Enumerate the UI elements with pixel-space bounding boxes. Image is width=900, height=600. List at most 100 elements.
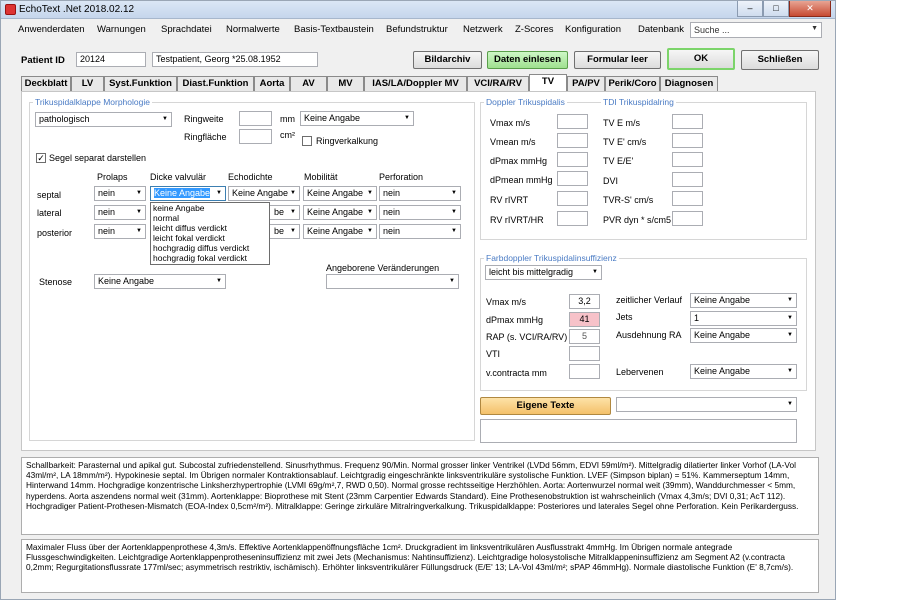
tdi-dvi-field[interactable] <box>672 172 703 187</box>
tab-diast-funktion[interactable]: Diast.Funktion <box>177 76 254 91</box>
menu-datenbank[interactable]: Datenbank <box>638 24 684 35</box>
doppler-rvirvt-field[interactable] <box>557 191 588 206</box>
tab-perik-coro[interactable]: Perik/Coro <box>605 76 660 91</box>
tdi-e-e-field[interactable] <box>672 152 703 167</box>
patient-id-label: Patient ID <box>21 55 65 66</box>
ok-button[interactable]: OK <box>667 48 735 70</box>
doppler-dpmean-field[interactable] <box>557 171 588 186</box>
col-perforation: Perforation <box>379 172 424 182</box>
doppler-vmean-label: Vmean m/s <box>490 137 536 147</box>
close-window-button[interactable]: ✕ <box>789 1 831 17</box>
menu-warnungen[interactable]: Warnungen <box>97 24 146 35</box>
patient-name-field[interactable]: Testpatient, Georg *25.08.1952 <box>152 52 318 67</box>
farb-vc-label: v.contracta mm <box>486 368 547 378</box>
farb-vmax-field[interactable]: 3,2 <box>569 294 600 309</box>
doppler-rvirvt-hr-label: RV rIVRT/HR <box>490 215 544 225</box>
tab-diagnosen[interactable]: Diagnosen <box>660 76 718 91</box>
angeboren-select[interactable] <box>326 274 459 289</box>
dropdown-option[interactable]: leicht diffus verdickt <box>151 223 269 233</box>
septal-perforation-select[interactable]: nein <box>379 186 461 201</box>
patient-id-field[interactable]: 20124 <box>76 52 146 67</box>
tab-syst-funktion[interactable]: Syst.Funktion <box>104 76 177 91</box>
menu-befundstruktur[interactable]: Befundstruktur <box>386 24 448 35</box>
eigene-texte-field[interactable] <box>480 419 797 443</box>
col-mobilitaet: Mobilität <box>304 172 338 182</box>
title-bar: EchoText .Net 2018.02.12 – □ ✕ <box>1 1 835 19</box>
farb-vti-field[interactable] <box>569 346 600 361</box>
tab-deckblatt[interactable]: Deckblatt <box>21 76 71 91</box>
doppler-vmax-field[interactable] <box>557 114 588 129</box>
eigene-texte-button[interactable]: Eigene Texte <box>480 397 611 415</box>
tab-lv[interactable]: LV <box>71 76 104 91</box>
septal-prolaps-select[interactable]: nein <box>94 186 146 201</box>
ringweite-field[interactable] <box>239 111 272 126</box>
formular-leer-button[interactable]: Formular leer <box>574 51 661 69</box>
farb-dpmax-field[interactable]: 41 <box>569 312 600 327</box>
ringweite-select[interactable]: Keine Angabe <box>300 111 414 126</box>
dropdown-option[interactable]: keine Angabe <box>151 203 269 213</box>
farb-rap-field[interactable]: 5 <box>569 329 600 344</box>
tdi-tvrs-field[interactable] <box>672 191 703 206</box>
menu-sprachdatei[interactable]: Sprachdatei <box>161 24 212 35</box>
posterior-mobilitaet-select[interactable]: Keine Angabe <box>303 224 377 239</box>
menu-normalwerte[interactable]: Normalwerte <box>226 24 280 35</box>
posterior-perforation-select[interactable]: nein <box>379 224 461 239</box>
lebervenen-select[interactable]: Keine Angabe <box>690 364 797 379</box>
tab-av[interactable]: AV <box>290 76 327 91</box>
farb-vc-field[interactable] <box>569 364 600 379</box>
septal-dicke-select[interactable]: Keine Angabe <box>150 186 226 201</box>
lebervenen-label: Lebervenen <box>616 367 664 377</box>
lateral-perforation-select[interactable]: nein <box>379 205 461 220</box>
menu-konfiguration[interactable]: Konfiguration <box>565 24 621 35</box>
schliessen-button[interactable]: Schließen <box>741 50 819 70</box>
tab-ias-la-doppler-mv[interactable]: IAS/LA/Doppler MV <box>364 76 467 91</box>
dropdown-option[interactable]: hochgradig diffus verdickt <box>151 243 269 253</box>
ringverkalkung-checkbox[interactable] <box>302 136 312 146</box>
tab-aorta[interactable]: Aorta <box>254 76 290 91</box>
dicke-dropdown-list: keine Angabe normal leicht diffus verdic… <box>150 202 270 265</box>
menu-netzwerk[interactable]: Netzwerk <box>463 24 503 35</box>
tdi-pvr-field[interactable] <box>672 211 703 226</box>
tab-tv[interactable]: TV <box>529 74 567 91</box>
morphologie-status-select[interactable]: pathologisch <box>35 112 172 127</box>
septal-mobilitaet-select[interactable]: Keine Angabe <box>303 186 377 201</box>
jets-select[interactable]: 1 <box>690 311 797 326</box>
minimize-button[interactable]: – <box>737 1 763 17</box>
report-text-doppler[interactable]: Maximaler Fluss über der Aortenklappenpr… <box>21 539 819 593</box>
doppler-vmean-field[interactable] <box>557 133 588 148</box>
ausdehnung-label: Ausdehnung RA <box>616 330 682 340</box>
tdi-tve-field[interactable] <box>672 114 703 129</box>
lateral-mobilitaet-select[interactable]: Keine Angabe <box>303 205 377 220</box>
dropdown-option[interactable]: leicht fokal verdickt <box>151 233 269 243</box>
menu-anwenderdaten[interactable]: Anwenderdaten <box>18 24 85 35</box>
tdi-tve-prime-field[interactable] <box>672 133 703 148</box>
daten-einlesen-button[interactable]: Daten einlesen <box>487 51 568 69</box>
ausdehnung-select[interactable]: Keine Angabe <box>690 328 797 343</box>
search-input[interactable]: Suche ... ▼ <box>690 22 822 38</box>
dropdown-option[interactable]: hochgradig fokal verdickt <box>151 253 269 263</box>
tab-mv[interactable]: MV <box>327 76 364 91</box>
ringweite-unit: mm <box>280 114 295 124</box>
ti-grade-select[interactable]: leicht bis mittelgradig <box>485 265 602 280</box>
chevron-down-icon[interactable]: ▼ <box>811 25 818 32</box>
window-title: EchoText .Net 2018.02.12 <box>19 4 135 15</box>
report-text-befund[interactable]: Schallbarkeit: Parasternal und apikal gu… <box>21 457 819 535</box>
stenose-select[interactable]: Keine Angabe <box>94 274 226 289</box>
verlauf-select[interactable]: Keine Angabe <box>690 293 797 308</box>
tab-pa-pv[interactable]: PA/PV <box>567 76 605 91</box>
doppler-dpmax-label: dPmax mmHg <box>490 156 548 166</box>
bildarchiv-button[interactable]: Bildarchiv <box>413 51 482 69</box>
menu-basis-textbaustein[interactable]: Basis-Textbaustein <box>294 24 374 35</box>
posterior-prolaps-select[interactable]: nein <box>94 224 146 239</box>
eigene-texte-select[interactable] <box>616 397 797 412</box>
septal-echodichte-select[interactable]: Keine Angabe <box>228 186 300 201</box>
ringflaeche-field[interactable] <box>239 129 272 144</box>
doppler-rvirvt-hr-field[interactable] <box>557 211 588 226</box>
dropdown-option[interactable]: normal <box>151 213 269 223</box>
lateral-prolaps-select[interactable]: nein <box>94 205 146 220</box>
tab-vci-ra-rv[interactable]: VCI/RA/RV <box>467 76 529 91</box>
maximize-button[interactable]: □ <box>763 1 789 17</box>
doppler-dpmax-field[interactable] <box>557 152 588 167</box>
menu-z-scores[interactable]: Z-Scores <box>515 24 554 35</box>
segel-separat-checkbox[interactable]: ✓ <box>36 153 46 163</box>
